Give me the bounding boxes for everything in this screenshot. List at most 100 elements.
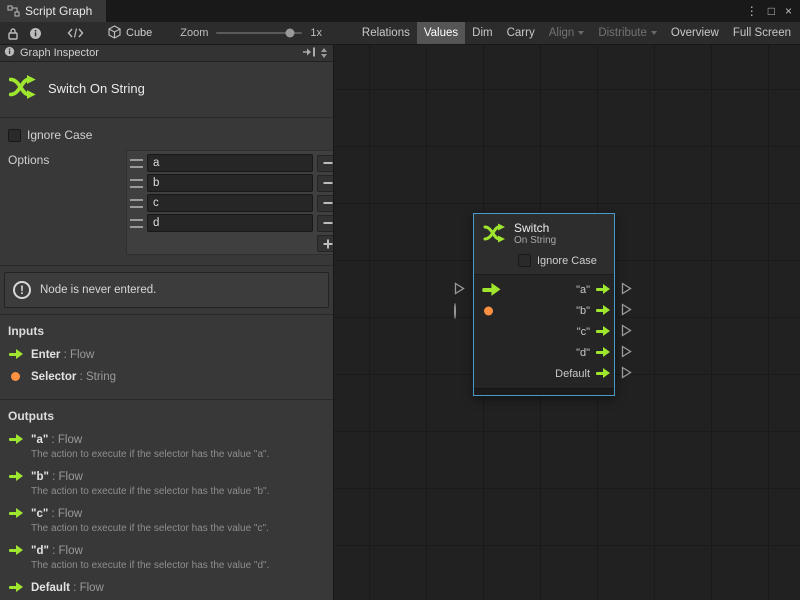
- port-description: The action to execute if the selector ha…: [31, 560, 325, 571]
- port-label: "d": [576, 347, 590, 359]
- drag-handle-icon[interactable]: [130, 199, 143, 208]
- dim-button[interactable]: Dim: [465, 22, 499, 44]
- output-port-icon[interactable]: [621, 282, 632, 298]
- port-description: The action to execute if the selector ha…: [31, 523, 325, 534]
- enter-flow-arrow-icon[interactable]: [481, 282, 501, 296]
- window-controls: ⋮ □ ×: [746, 0, 800, 22]
- info-button[interactable]: [24, 23, 46, 44]
- code-icon: [67, 27, 84, 39]
- tab-label: Script Graph: [25, 4, 92, 18]
- option-input[interactable]: [147, 214, 313, 232]
- align-button[interactable]: Align: [542, 22, 592, 44]
- maximize-icon[interactable]: □: [768, 5, 775, 17]
- target-label: Cube: [126, 27, 152, 39]
- drag-handle-icon[interactable]: [130, 159, 143, 168]
- port-row-default: Default: [474, 363, 614, 384]
- zoom-slider-knob[interactable]: [286, 29, 295, 38]
- input-port-enter: Enter : Flow: [8, 347, 325, 361]
- relations-button[interactable]: Relations: [355, 22, 417, 44]
- zoom-value: 1x: [310, 27, 322, 39]
- ignore-case-checkbox[interactable]: [8, 129, 21, 142]
- drag-handle-icon[interactable]: [130, 219, 143, 228]
- switch-unit-icon: [6, 72, 38, 105]
- node-title: Switch: [514, 222, 556, 236]
- option-input[interactable]: [147, 154, 313, 172]
- output-port-icon[interactable]: [621, 303, 632, 319]
- code-view-button[interactable]: [64, 23, 86, 44]
- window-menu-icon[interactable]: ⋮: [746, 5, 758, 17]
- tab-script-graph[interactable]: Script Graph: [0, 0, 106, 22]
- option-row: [130, 194, 334, 212]
- carry-button[interactable]: Carry: [500, 22, 542, 44]
- remove-option-button[interactable]: [317, 175, 334, 192]
- output-port-icon[interactable]: [621, 324, 632, 340]
- flow-arrow-icon[interactable]: [595, 347, 610, 358]
- cube-icon: [108, 25, 121, 42]
- unit-settings: Ignore Case Options: [0, 118, 333, 266]
- zoom-slider[interactable]: [216, 32, 302, 34]
- close-icon[interactable]: ×: [785, 5, 792, 17]
- overview-button[interactable]: Overview: [664, 22, 726, 44]
- flow-arrow-icon[interactable]: [595, 326, 610, 337]
- add-option-button[interactable]: [317, 235, 334, 252]
- port-label: "a": [576, 284, 590, 296]
- flow-arrow-icon: [8, 582, 23, 593]
- option-input[interactable]: [147, 194, 313, 212]
- ignore-case-label: Ignore Case: [27, 128, 92, 142]
- warning-text: Node is never entered.: [40, 284, 156, 296]
- window-tab-bar: Script Graph ⋮ □ ×: [0, 0, 800, 22]
- remove-option-button[interactable]: [317, 215, 334, 232]
- output-port-c: "c" : Flow The action to execute if the …: [0, 506, 333, 534]
- remove-option-button[interactable]: [317, 195, 334, 212]
- output-port-a: "a" : Flow The action to execute if the …: [0, 432, 333, 460]
- input-port-selector: Selector : String: [8, 369, 325, 383]
- panel-scroll-arrows[interactable]: [321, 48, 329, 58]
- enter-port-icon[interactable]: [454, 282, 465, 298]
- unit-title: Switch On String: [48, 81, 145, 96]
- flow-arrow-icon: [8, 471, 23, 482]
- exclamation-icon: !: [13, 281, 31, 299]
- ignore-case-checkbox[interactable]: [518, 254, 531, 267]
- node-ignore-case-row: Ignore Case: [474, 250, 614, 274]
- graph-target[interactable]: Cube: [108, 25, 152, 42]
- scroll-up-icon[interactable]: [321, 48, 327, 52]
- outputs-section: Outputs "a" : Flow The action to execute…: [0, 400, 333, 600]
- remove-option-button[interactable]: [317, 155, 334, 172]
- output-port-d: "d" : Flow The action to execute if the …: [0, 543, 333, 571]
- output-port-icon[interactable]: [621, 345, 632, 361]
- ignore-case-label: Ignore Case: [537, 255, 597, 267]
- flow-arrow-icon: [8, 545, 23, 556]
- port-type: : String: [76, 371, 116, 383]
- flow-arrow-icon: [8, 434, 23, 445]
- flow-arrow-icon[interactable]: [595, 368, 610, 379]
- port-row-a: "a": [474, 279, 614, 300]
- output-port-b: "b" : Flow The action to execute if the …: [0, 469, 333, 497]
- flow-arrow-icon[interactable]: [595, 284, 610, 295]
- graph-canvas[interactable]: Switch On String Ignore Case "a": [334, 45, 800, 600]
- toolbar-buttons: Relations Values Dim Carry Align Distrib…: [355, 22, 798, 44]
- full-screen-button[interactable]: Full Screen: [726, 22, 798, 44]
- flow-arrow-icon: [8, 508, 23, 519]
- inspector-title: Graph Inspector: [20, 47, 297, 59]
- drag-handle-icon[interactable]: [130, 179, 143, 188]
- switch-on-string-node[interactable]: Switch On String Ignore Case "a": [473, 213, 615, 396]
- port-name: Selector: [31, 371, 76, 383]
- node-header[interactable]: Switch On String: [474, 214, 614, 250]
- switch-unit-icon: [481, 221, 507, 248]
- inputs-section: Inputs Enter : Flow Selector : String: [0, 315, 333, 400]
- selector-string-icon[interactable]: [484, 306, 493, 315]
- selector-port-icon[interactable]: [454, 304, 456, 318]
- dock-panel-icon[interactable]: [302, 46, 316, 61]
- flow-arrow-icon[interactable]: [595, 305, 610, 316]
- chevron-down-icon: [651, 31, 657, 35]
- scroll-down-icon[interactable]: [321, 54, 327, 58]
- values-button[interactable]: Values: [417, 22, 465, 44]
- option-input[interactable]: [147, 174, 313, 192]
- port-name: Enter: [31, 349, 60, 361]
- port-type: : Flow: [60, 349, 94, 361]
- distribute-button[interactable]: Distribute: [591, 22, 664, 44]
- lock-icon: [7, 27, 19, 40]
- lock-button[interactable]: [2, 23, 24, 44]
- output-port-icon[interactable]: [621, 366, 632, 382]
- port-row-b: "b": [474, 300, 614, 321]
